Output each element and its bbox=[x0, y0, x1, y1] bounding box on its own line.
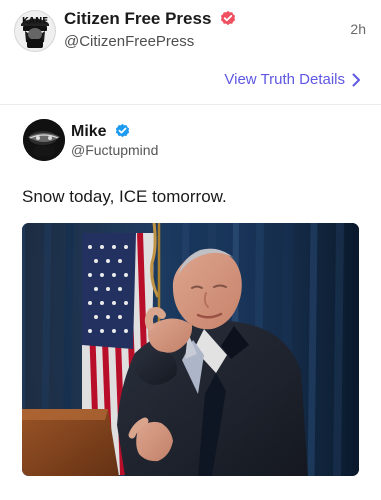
quoted-author-name-row: Mike bbox=[71, 122, 130, 141]
verified-badge-icon bbox=[220, 10, 236, 26]
section-divider bbox=[0, 104, 381, 105]
quoted-author-name[interactable]: Mike bbox=[71, 122, 107, 141]
chevron-right-icon bbox=[352, 73, 360, 87]
photo-illustration bbox=[22, 223, 359, 476]
post-timestamp: 2h bbox=[350, 21, 366, 37]
quoted-author-avatar[interactable] bbox=[23, 119, 65, 161]
quoted-post[interactable]: Mike @Fuctupmind Snow today, ICE tomorro… bbox=[22, 117, 360, 490]
verified-badge-icon bbox=[115, 123, 130, 138]
post-media-image[interactable] bbox=[22, 223, 359, 476]
quoted-post-text: Snow today, ICE tomorrow. bbox=[22, 187, 227, 206]
author-info: Citizen Free Press @CitizenFreePress bbox=[64, 9, 324, 51]
avatar-image: KANE bbox=[15, 11, 55, 51]
quoted-author-handle[interactable]: @Fuctupmind bbox=[71, 142, 158, 159]
author-avatar[interactable]: KANE bbox=[14, 10, 56, 52]
quoted-avatar-image bbox=[23, 119, 65, 161]
view-truth-details-label: View Truth Details bbox=[224, 71, 345, 88]
avatar-text: KANE bbox=[22, 17, 48, 27]
author-name[interactable]: Citizen Free Press bbox=[64, 9, 211, 29]
post-header: KANE Citizen Free Press @CitizenFreePres… bbox=[14, 8, 370, 52]
view-truth-details-link[interactable]: View Truth Details bbox=[224, 71, 361, 89]
author-handle[interactable]: @CitizenFreePress bbox=[64, 33, 324, 51]
